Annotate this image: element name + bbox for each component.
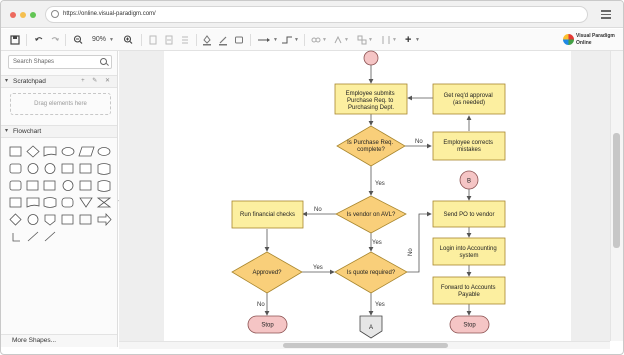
submit-line1: Employee submits (346, 91, 395, 97)
complete-line2: complete? (357, 147, 385, 153)
approved-text: Approved? (252, 270, 282, 276)
horizontal-scroll-thumb[interactable] (283, 343, 448, 348)
financial-text: Run financial checks (240, 212, 295, 218)
submit-node[interactable]: Employee submits Purchase Req. to Purcha… (334, 83, 408, 115)
financial-node[interactable]: Run financial checks (231, 200, 304, 229)
corrects-line2: mistakes (457, 147, 481, 153)
edge-label-vendor-no: No (314, 207, 322, 213)
login-line1: Login into Accounting (440, 246, 497, 252)
vendor-decision[interactable]: Is vendor on AVL? (335, 195, 407, 234)
get-approval-node[interactable]: Get req'd approval (as needed) (432, 83, 506, 115)
submit-line3: Purchasing Dept. (348, 105, 394, 111)
offpage-a-node[interactable]: A (359, 315, 383, 339)
edge-label-approved-yes: Yes (313, 265, 323, 271)
submit-line2: Purchase Req. to (347, 98, 394, 104)
edge-quote-no-to-send-po[interactable] (407, 211, 432, 273)
submit-node-text: Employee submits Purchase Req. to Purcha… (346, 91, 397, 111)
quote-text: Is quote required? (347, 270, 396, 276)
app-window: https://online.visual-paradigm.com/ 90% … (0, 0, 624, 355)
offpage-a-text: A (369, 325, 373, 331)
send-po-node[interactable]: Send PO to vendor (432, 200, 506, 228)
vertical-scroll-thumb[interactable] (613, 133, 620, 248)
edge-label-complete-yes: Yes (375, 181, 385, 187)
connector-b-node[interactable]: B (459, 170, 479, 190)
vendor-text: Is vendor on AVL? (347, 212, 396, 218)
forward-line1: Forward to Accounts (441, 285, 496, 291)
approved-decision[interactable]: Approved? (231, 251, 303, 294)
stop-right-node[interactable]: Stop (449, 315, 490, 334)
flowchart-diagram: Employee submits Purchase Req. to Purcha… (231, 50, 506, 339)
edge-label-complete-no: No (415, 139, 423, 145)
edge-label-vendor-yes: Yes (372, 240, 382, 246)
login-line2: system (459, 253, 478, 259)
complete-decision[interactable]: Is Purchase Req. complete? (336, 125, 406, 167)
stop-left-text: Stop (261, 323, 274, 329)
send-po-text: Send PO to vendor (443, 212, 494, 218)
login-node[interactable]: Login into Accounting system (432, 237, 506, 266)
get-approval-line2: (as needed) (453, 100, 485, 106)
edge-label-quote-no: No (408, 248, 414, 256)
forward-node[interactable]: Forward to Accounts Payable (432, 276, 506, 305)
corrects-node[interactable]: Employee corrects mistakes (432, 131, 506, 161)
complete-line1: Is Purchase Req. (347, 140, 393, 146)
stop-left-node[interactable]: Stop (247, 315, 288, 334)
corrects-line1: Employee corrects (443, 140, 493, 146)
start-node[interactable] (363, 50, 379, 66)
forward-line2: Payable (458, 292, 480, 298)
connector-b-text: B (467, 179, 471, 185)
edge-label-approved-no: No (257, 302, 265, 308)
edge-label-quote-yes: Yes (375, 302, 385, 308)
get-approval-line1: Get req'd approval (444, 93, 493, 99)
quote-decision[interactable]: Is quote required? (334, 251, 408, 294)
stop-right-text: Stop (463, 323, 476, 329)
